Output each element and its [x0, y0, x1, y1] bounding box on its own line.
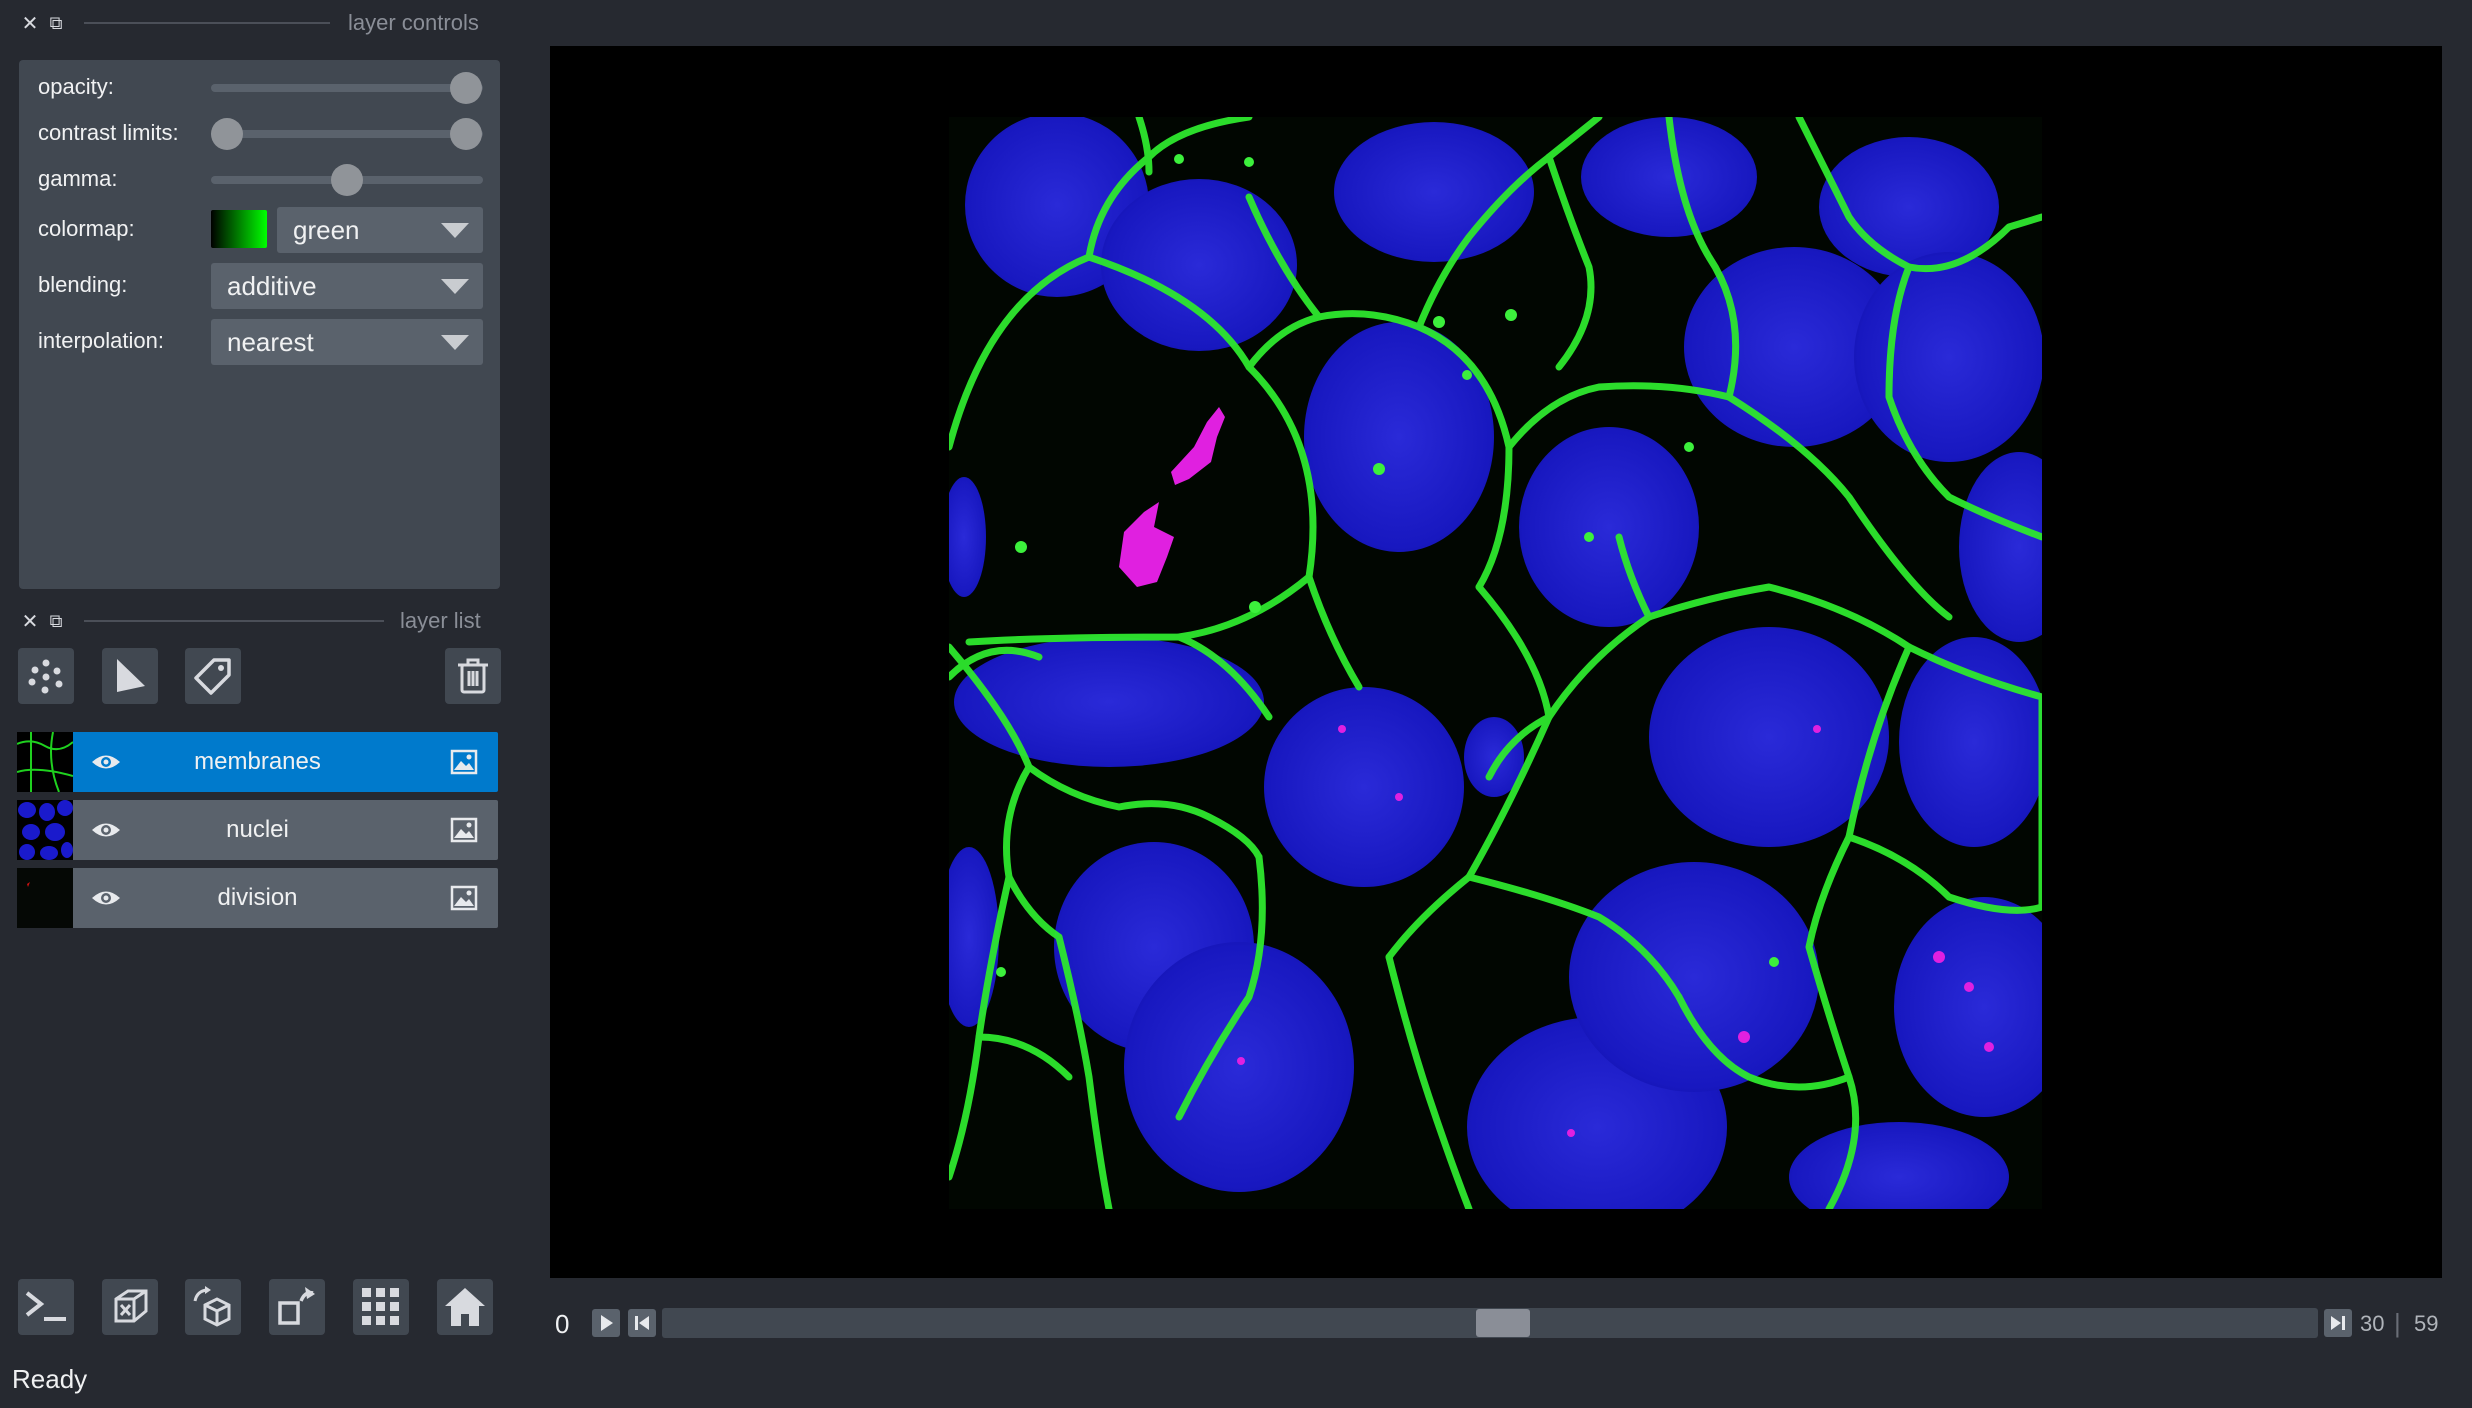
- chevron-down-icon: [441, 223, 469, 238]
- step-forward-button[interactable]: [2324, 1309, 2352, 1337]
- dock-divider: [84, 620, 384, 622]
- blending-label: blending:: [38, 272, 128, 297]
- new-points-layer-button[interactable]: [18, 648, 74, 704]
- contrast-limits-label: contrast limits:: [38, 120, 179, 145]
- colormap-value: green: [293, 214, 360, 245]
- contrast-min-handle[interactable]: [211, 118, 243, 150]
- list-dock-header: ✕ ⧉: [18, 609, 68, 633]
- interpolation-value: nearest: [227, 326, 314, 357]
- console-button[interactable]: [18, 1279, 74, 1335]
- layer-thumbnail: [17, 732, 73, 792]
- opacity-slider[interactable]: [211, 84, 483, 92]
- points-icon: [28, 659, 63, 694]
- reset-view-button[interactable]: [437, 1279, 493, 1335]
- close-icon[interactable]: ✕: [18, 609, 42, 634]
- image-layer-icon: [450, 749, 478, 775]
- terminal-icon: [25, 1291, 66, 1321]
- layer-controls-panel: opacity: contrast limits: gamma: colorma…: [19, 60, 500, 589]
- blending-dropdown[interactable]: additive: [211, 263, 483, 309]
- colormap-label: colormap:: [38, 216, 135, 241]
- play-icon: [601, 1315, 613, 1331]
- delete-layer-button[interactable]: [445, 648, 501, 704]
- blending-value: additive: [227, 270, 317, 301]
- transpose-dimensions-button[interactable]: [269, 1279, 325, 1335]
- float-icon[interactable]: ⧉: [44, 611, 68, 632]
- step-back-button[interactable]: [628, 1309, 656, 1337]
- gamma-slider-handle[interactable]: [331, 164, 363, 196]
- roll-dimensions-button[interactable]: [185, 1279, 241, 1335]
- axis-label: 0: [555, 1309, 570, 1339]
- microscopy-image: [949, 117, 2042, 1209]
- play-button[interactable]: [592, 1309, 620, 1337]
- layer-row-nuclei[interactable]: nuclei: [17, 800, 498, 860]
- current-frame[interactable]: 30: [2360, 1311, 2384, 1337]
- chevron-down-icon: [441, 279, 469, 294]
- float-icon[interactable]: ⧉: [44, 13, 68, 34]
- cube-3d-icon: [114, 1289, 148, 1323]
- max-frame: 59: [2414, 1311, 2439, 1336]
- colormap-swatch: [211, 210, 267, 248]
- opacity-label: opacity:: [38, 74, 114, 99]
- colormap-dropdown[interactable]: green: [277, 207, 483, 253]
- layer-name: membranes: [194, 748, 321, 775]
- new-labels-layer-button[interactable]: [185, 648, 241, 704]
- chevron-down-icon: [441, 335, 469, 350]
- dock-divider: [84, 22, 330, 24]
- interpolation-label: interpolation:: [38, 328, 164, 353]
- image-layer-icon: [450, 885, 478, 911]
- skip-back-icon: [635, 1316, 649, 1330]
- dims-slider-handle[interactable]: [1476, 1309, 1530, 1337]
- interpolation-dropdown[interactable]: nearest: [211, 319, 483, 365]
- layer-thumbnail: [17, 800, 73, 860]
- shapes-icon: [117, 659, 145, 692]
- contrast-max-handle[interactable]: [450, 118, 482, 150]
- layer-row-division[interactable]: division: [17, 868, 498, 928]
- toggle-ndisplay-button[interactable]: [102, 1279, 158, 1335]
- contrast-limits-slider[interactable]: [211, 130, 483, 138]
- status-text: Ready: [12, 1364, 88, 1394]
- trash-icon: [458, 658, 488, 694]
- layer-name: division: [217, 884, 298, 911]
- frame-separator: |: [2394, 1308, 2401, 1338]
- controls-dock-header: ✕ ⧉: [18, 11, 68, 35]
- tag-icon: [194, 658, 231, 695]
- gamma-label: gamma:: [38, 166, 118, 191]
- toggle-grid-button[interactable]: [353, 1279, 409, 1335]
- grid-icon: [362, 1288, 399, 1325]
- transpose-icon: [278, 1287, 315, 1325]
- skip-forward-icon: [2331, 1316, 2345, 1330]
- image-layer-icon: [450, 817, 478, 843]
- new-shapes-layer-button[interactable]: [102, 648, 158, 704]
- layer-name: nuclei: [226, 816, 289, 843]
- layer-thumbnail: [17, 868, 73, 928]
- roll-cube-icon: [193, 1286, 231, 1327]
- layer-controls-title: layer controls: [348, 10, 479, 35]
- layer-row-membranes[interactable]: membranes: [17, 732, 498, 792]
- opacity-slider-handle[interactable]: [450, 72, 482, 104]
- close-icon[interactable]: ✕: [18, 11, 42, 36]
- layer-list-title: layer list: [400, 608, 481, 633]
- home-icon: [445, 1288, 485, 1326]
